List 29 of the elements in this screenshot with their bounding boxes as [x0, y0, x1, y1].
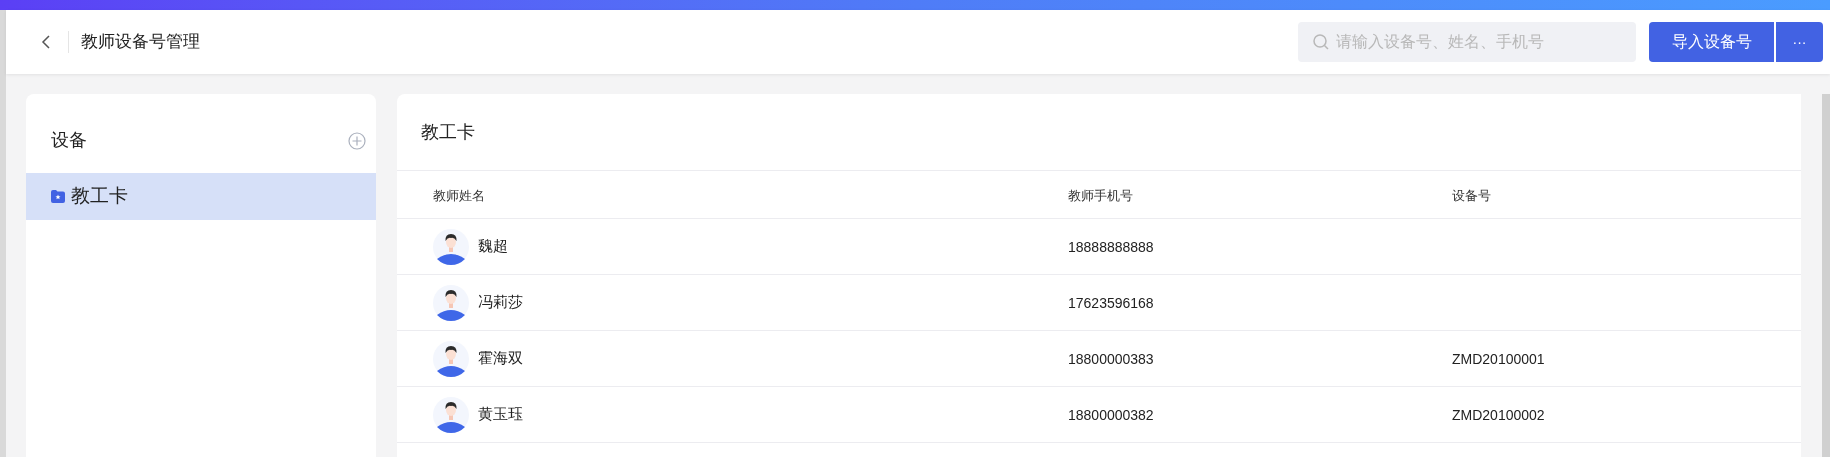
table-cell-text: 黄玉珏	[478, 404, 523, 425]
avatar-icon	[433, 340, 469, 377]
folder-icon	[51, 190, 65, 203]
column-header: 设备号	[1452, 187, 1491, 203]
table-cell: 18800000382	[1068, 406, 1154, 423]
search-field[interactable]: 请输入设备号、姓名、手机号	[1298, 22, 1636, 62]
table-cell: ZMD20100001	[1452, 350, 1545, 367]
more-button[interactable]: ···	[1776, 22, 1823, 62]
table-cell: ZMD20100002	[1452, 406, 1545, 423]
column-header: 教师姓名	[433, 187, 485, 203]
search-icon	[1312, 33, 1330, 51]
add-icon[interactable]	[348, 131, 366, 150]
column-header: 教师手机号	[1068, 187, 1133, 203]
avatar-icon	[433, 228, 469, 265]
scrollbar[interactable]	[1822, 94, 1830, 457]
avatar-icon	[433, 284, 469, 321]
table-cell-text: 魏超	[478, 236, 508, 257]
back-icon	[41, 35, 51, 49]
sidebar-title: 设备	[51, 129, 87, 152]
sidebar-item[interactable]: 教工卡	[26, 173, 376, 220]
page-title: 教师设备号管理	[81, 31, 200, 54]
table-cell-text: 霍海双	[478, 348, 523, 369]
table-cell-text: 冯莉莎	[478, 292, 523, 313]
import-button[interactable]: 导入设备号	[1649, 22, 1774, 62]
table-cell: 18888888888	[1068, 238, 1154, 255]
table-cell: 17623596168	[1068, 294, 1154, 311]
table-cell: 18800000383	[1068, 350, 1154, 367]
table-title: 教工卡	[421, 120, 475, 144]
avatar-icon	[433, 396, 469, 433]
